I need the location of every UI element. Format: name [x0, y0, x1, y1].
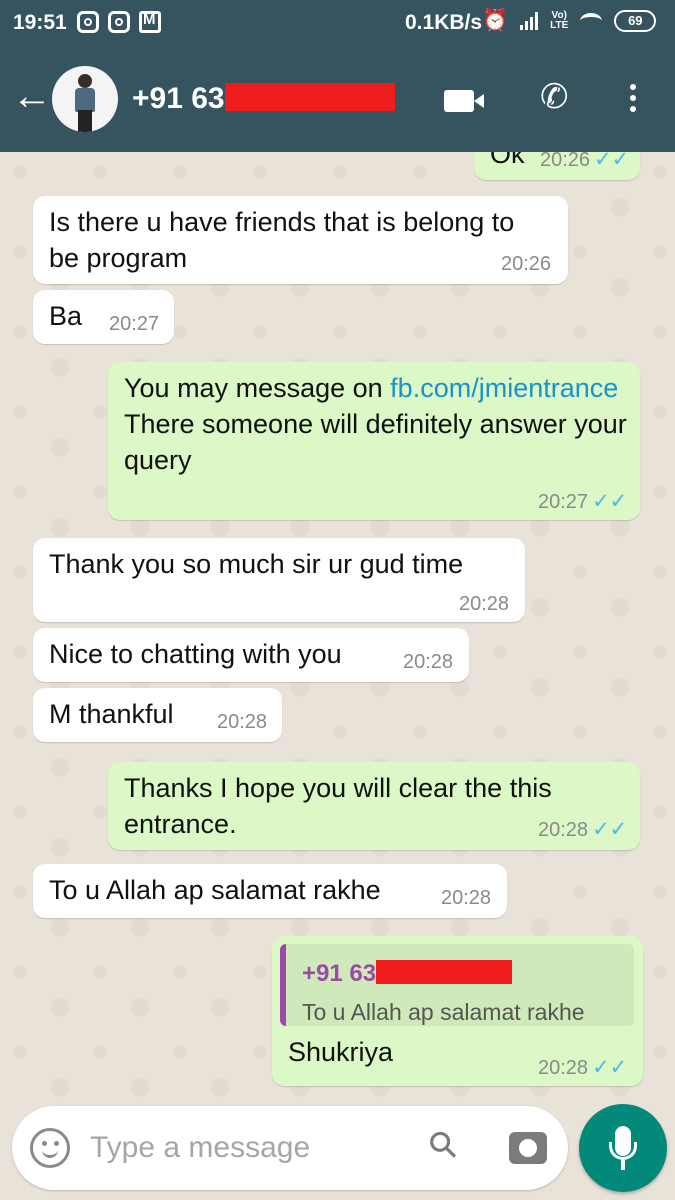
quoted-sender: +91 63: [302, 956, 513, 992]
quoted-sender-number: +91 63: [302, 960, 377, 987]
mic-button[interactable]: [579, 1104, 667, 1192]
status-time: 19:51: [13, 11, 67, 34]
message-time: 20:27: [109, 313, 160, 335]
message-input[interactable]: [90, 1128, 390, 1168]
message-incoming[interactable]: M thankful 20:28: [33, 688, 282, 742]
message-text: You may message on fb.com/jmientrance Th…: [124, 370, 629, 478]
alarm-off-icon: ⏰: [482, 9, 509, 32]
message-text: Nice to chatting with you: [49, 639, 342, 669]
message-time: 20:28: [217, 711, 268, 733]
notification-icons: [77, 11, 161, 33]
message-time: 20:26 ✓✓: [540, 152, 629, 170]
time-label: 20:26: [540, 152, 591, 171]
emoji-icon[interactable]: [30, 1128, 70, 1168]
redaction-bar: [376, 960, 513, 984]
gmail-icon: [139, 11, 161, 33]
chat-area[interactable]: Ok 20:26 ✓✓ Is there u have friends that …: [0, 152, 675, 1102]
attach-icon[interactable]: ⚲: [419, 1121, 467, 1169]
message-time: 20:28 ✓✓: [538, 818, 628, 841]
time-label: 20:27: [538, 491, 589, 513]
signal-icon: [520, 12, 539, 30]
time-label: 20:28: [538, 1057, 589, 1079]
contact-name[interactable]: +91 63: [132, 82, 395, 116]
message-text: To u Allah ap salamat rakhe: [49, 875, 381, 905]
message-time: 20:27 ✓✓: [538, 490, 628, 513]
message-time: 20:28: [459, 593, 510, 615]
volte-icon: Vo) LTE: [550, 11, 568, 31]
video-call-icon[interactable]: [444, 90, 484, 112]
message-time: 20:28 ✓✓: [538, 1056, 628, 1079]
lte-label: LTE: [550, 20, 569, 31]
message-time: 20:26: [501, 253, 552, 275]
message-incoming[interactable]: To u Allah ap salamat rakhe 20:28: [33, 864, 507, 918]
battery-icon: 69: [614, 10, 657, 32]
read-ticks-icon: ✓✓: [592, 1056, 628, 1079]
contact-number: +91 63: [132, 82, 225, 115]
message-incoming[interactable]: Ba 20:27: [33, 290, 174, 344]
network-speed: 0.1KB/s: [405, 11, 483, 34]
battery-level: 69: [628, 13, 643, 28]
message-text: Is there u have friends that is belong t…: [49, 207, 515, 273]
instagram-icon: [77, 11, 99, 33]
message-outgoing[interactable]: Thanks I hope you will clear the this en…: [108, 762, 640, 850]
message-text: Ok: [490, 152, 525, 169]
read-ticks-icon: ✓✓: [592, 818, 628, 841]
chat-header: ← +91 63 ✆: [0, 46, 675, 152]
message-time: 20:28: [441, 887, 492, 909]
message-text: M thankful: [49, 699, 174, 729]
message-incoming[interactable]: Nice to chatting with you 20:28: [33, 628, 469, 682]
message-outgoing[interactable]: You may message on fb.com/jmientrance Th…: [108, 362, 640, 520]
more-vert-icon[interactable]: [630, 84, 636, 112]
message-composer: ⚲: [12, 1106, 568, 1190]
time-label: 20:28: [538, 819, 589, 841]
message-link[interactable]: fb.com/jmientrance: [390, 373, 618, 403]
message-text-part: There someone will definitely answer you…: [124, 409, 627, 475]
message-incoming[interactable]: Is there u have friends that is belong t…: [33, 196, 568, 284]
message-outgoing-reply[interactable]: +91 63 To u Allah ap salamat rakhe Shukr…: [272, 936, 643, 1086]
message-outgoing[interactable]: Ok 20:26 ✓✓: [474, 152, 640, 180]
message-time: 20:28: [403, 651, 454, 673]
status-bar: 19:51 0.1KB/s ⏰ Vo) LTE 69: [0, 0, 675, 46]
instagram-icon: [108, 11, 130, 33]
redaction-bar: [224, 83, 395, 111]
wifi-icon: [580, 13, 603, 29]
message-incoming[interactable]: Thank you so much sir ur gud time 20:28: [33, 538, 525, 622]
message-text: Shukriya: [288, 1037, 394, 1067]
camera-icon[interactable]: [509, 1132, 547, 1164]
quoted-message[interactable]: +91 63 To u Allah ap salamat rakhe: [280, 944, 634, 1026]
message-text-part: You may message on: [124, 373, 391, 403]
system-icons: ⏰ Vo) LTE 69: [482, 9, 657, 33]
read-ticks-icon: ✓✓: [594, 152, 630, 171]
message-text: Thank you so much sir ur gud time: [49, 549, 464, 579]
phone-icon[interactable]: ✆: [540, 80, 569, 114]
read-ticks-icon: ✓✓: [592, 490, 628, 513]
message-text: Ba: [49, 301, 83, 331]
avatar[interactable]: [52, 66, 118, 132]
quoted-text: To u Allah ap salamat rakhe: [302, 999, 585, 1025]
back-arrow-icon[interactable]: ←: [12, 76, 52, 116]
